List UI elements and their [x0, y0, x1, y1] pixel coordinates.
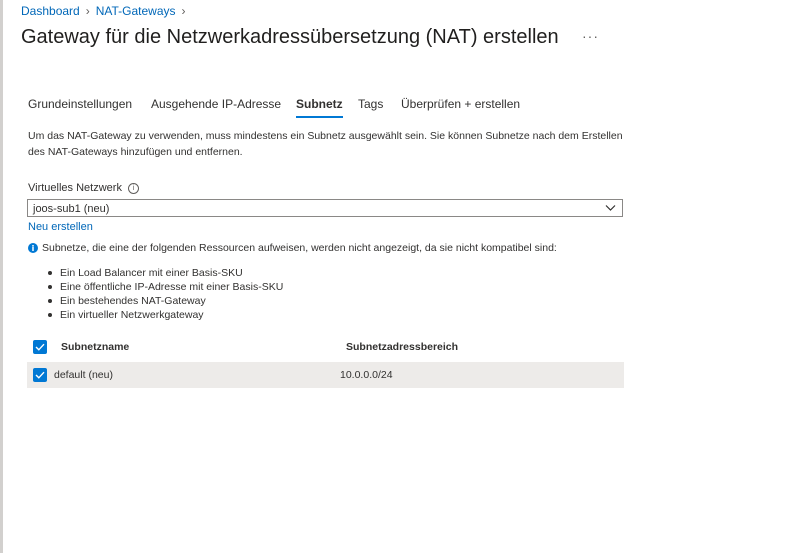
- info-icon[interactable]: i: [127, 182, 139, 194]
- info-icon: i: [28, 243, 38, 253]
- list-item: Ein virtueller Netzwerkgateway: [48, 308, 283, 322]
- column-header-subnetzname[interactable]: Subnetzname: [61, 341, 129, 353]
- chevron-right-icon: ›: [85, 4, 90, 18]
- table-row[interactable]: default (neu) 10.0.0.0/24: [27, 362, 624, 388]
- select-all-checkbox[interactable]: [33, 340, 47, 354]
- chevron-right-icon: ›: [181, 4, 186, 18]
- page-title: Gateway für die Netzwerkadressübersetzun…: [21, 26, 559, 48]
- tab-ueberpruefen-erstellen[interactable]: Überprüfen + erstellen: [401, 97, 520, 111]
- compatibility-notice: i Subnetze, die eine der folgenden Resso…: [28, 242, 557, 254]
- left-panel-edge: [0, 0, 3, 553]
- tab-grundeinstellungen[interactable]: Grundeinstellungen: [28, 97, 132, 111]
- description-line: Um das NAT-Gateway zu verwenden, muss mi…: [28, 130, 623, 142]
- list-item: Eine öffentliche IP-Adresse mit einer Ba…: [48, 280, 283, 294]
- tab-ausgehende-ip-adresse[interactable]: Ausgehende IP-Adresse: [151, 97, 281, 111]
- list-item: Ein bestehendes NAT-Gateway: [48, 294, 283, 308]
- create-new-link[interactable]: Neu erstellen: [28, 221, 93, 233]
- list-item: Ein Load Balancer mit einer Basis-SKU: [48, 266, 283, 280]
- more-options-icon[interactable]: ···: [582, 28, 599, 44]
- vnet-label: Virtuelles Netzwerk i: [28, 182, 139, 194]
- incompatible-resources-list: Ein Load Balancer mit einer Basis-SKU Ei…: [48, 266, 283, 322]
- checkmark-icon: [35, 343, 45, 351]
- vnet-select-value: joos-sub1 (neu): [33, 203, 110, 215]
- breadcrumb-dashboard[interactable]: Dashboard: [21, 4, 80, 18]
- chevron-down-icon: [605, 205, 616, 211]
- row-checkbox[interactable]: [33, 368, 47, 382]
- vnet-select[interactable]: joos-sub1 (neu): [27, 199, 623, 217]
- description: Um das NAT-Gateway zu verwenden, muss mi…: [28, 128, 628, 160]
- subnet-name-cell: default (neu): [54, 369, 113, 381]
- breadcrumb: Dashboard › NAT-Gateways ›: [21, 4, 186, 18]
- description-line: des NAT-Gateways hinzufügen und entferne…: [28, 146, 243, 158]
- tab-tags[interactable]: Tags: [358, 97, 383, 111]
- tab-subnetz[interactable]: Subnetz: [296, 97, 343, 118]
- column-header-subnetzadressbereich[interactable]: Subnetzadressbereich: [346, 341, 458, 353]
- checkmark-icon: [35, 371, 45, 379]
- notice-text: Subnetze, die eine der folgenden Ressour…: [42, 242, 557, 254]
- subnet-range-cell: 10.0.0.0/24: [340, 369, 393, 381]
- breadcrumb-nat-gateways[interactable]: NAT-Gateways: [96, 4, 176, 18]
- vnet-label-text: Virtuelles Netzwerk: [28, 182, 122, 194]
